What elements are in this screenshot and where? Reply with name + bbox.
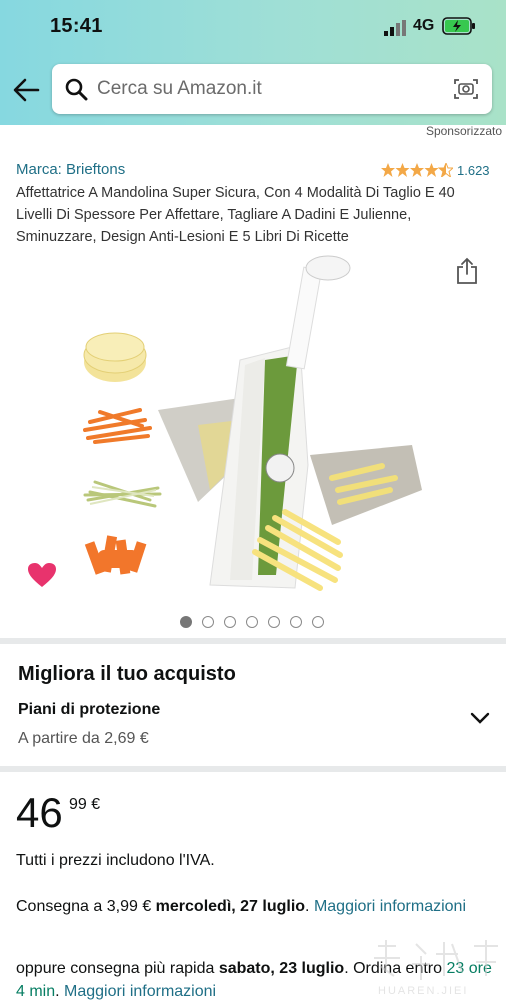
protection-plan-price: A partire da 2,69 € xyxy=(18,730,149,747)
network-label: 4G xyxy=(413,17,435,34)
tax-note: Tutti i prezzi includono l'IVA. xyxy=(16,852,215,869)
upgrade-title: Migliora il tuo acquisto xyxy=(18,663,236,685)
more-info-link[interactable]: Maggiori informazioni xyxy=(314,898,466,915)
carousel-dot[interactable] xyxy=(290,616,302,628)
share-icon[interactable] xyxy=(455,257,479,285)
carousel-dot[interactable] xyxy=(246,616,258,628)
delivery-text: oppure consegna più rapida xyxy=(16,960,219,977)
carousel-dot[interactable] xyxy=(312,616,324,628)
sponsored-label: Sponsorizzato xyxy=(425,124,502,138)
search-icon xyxy=(65,78,88,101)
section-divider xyxy=(0,638,506,644)
carousel-dot[interactable] xyxy=(202,616,214,628)
delivery-date: sabato, 23 luglio xyxy=(218,960,345,977)
search-bar[interactable]: Cerca su Amazon.it xyxy=(52,64,492,114)
delivery-separator: . xyxy=(305,898,314,915)
search-input[interactable]: Cerca su Amazon.it xyxy=(97,78,262,100)
rating-count[interactable]: 1.623 xyxy=(457,163,490,178)
delivery-date: mercoledì, 27 luglio xyxy=(155,898,306,915)
brand-link[interactable]: Marca: Brieftons xyxy=(16,161,125,178)
carousel-dot[interactable] xyxy=(224,616,236,628)
heart-icon[interactable] xyxy=(27,562,57,588)
delivery-separator: . xyxy=(55,983,65,1000)
section-divider xyxy=(0,766,506,772)
protection-plan-label: Piani di protezione xyxy=(18,701,161,718)
delivery-text: Consegna a 3,99 € xyxy=(16,898,156,915)
more-info-link[interactable]: Maggiori informazioni xyxy=(64,983,216,1000)
camera-scan-icon[interactable] xyxy=(454,78,478,100)
price-fraction: 99 € xyxy=(69,796,101,813)
product-image[interactable] xyxy=(70,250,440,595)
status-time: 15:41 xyxy=(50,15,103,37)
product-title: Affettatrice A Mandolina Super Sicura, C… xyxy=(16,185,455,245)
battery-charging-icon xyxy=(442,17,475,35)
chevron-down-icon[interactable] xyxy=(470,710,490,726)
back-arrow-icon[interactable] xyxy=(12,77,40,103)
carousel-dot[interactable] xyxy=(180,616,192,628)
watermark-logo: HUAREN.JIEI xyxy=(374,940,498,997)
watermark-text: HUAREN.JIEI xyxy=(378,985,468,997)
header-background: 15:41 4G Cerca su Amazon.it xyxy=(0,0,506,125)
carousel-dot[interactable] xyxy=(268,616,280,628)
rating-stars[interactable] xyxy=(381,163,453,177)
delivery-standard: Consegna a 3,99 € mercoledì, 27 luglio. … xyxy=(16,895,486,918)
status-bar: 15:41 4G xyxy=(0,0,506,56)
signal-icon xyxy=(384,20,406,36)
price-whole: 46 xyxy=(16,789,63,836)
